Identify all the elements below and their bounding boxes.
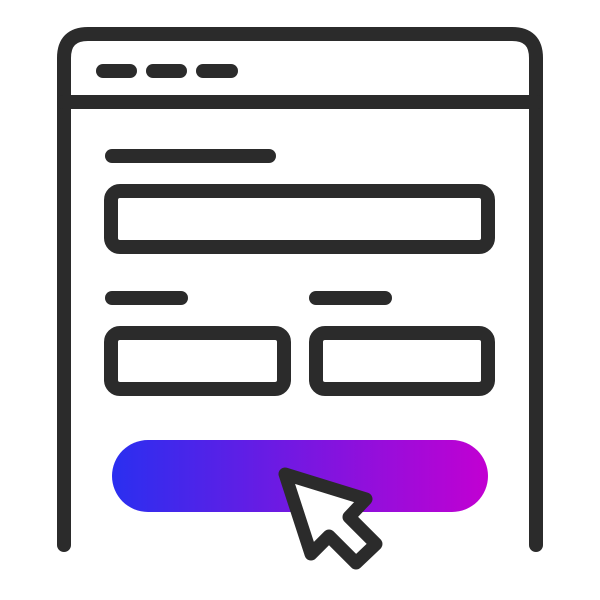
text-input-field-left [104, 326, 291, 396]
text-input-field-right [309, 326, 495, 396]
browser-form-illustration-svg [57, 27, 543, 570]
form-illustration [0, 0, 600, 600]
text-input-field-wide [104, 184, 495, 254]
